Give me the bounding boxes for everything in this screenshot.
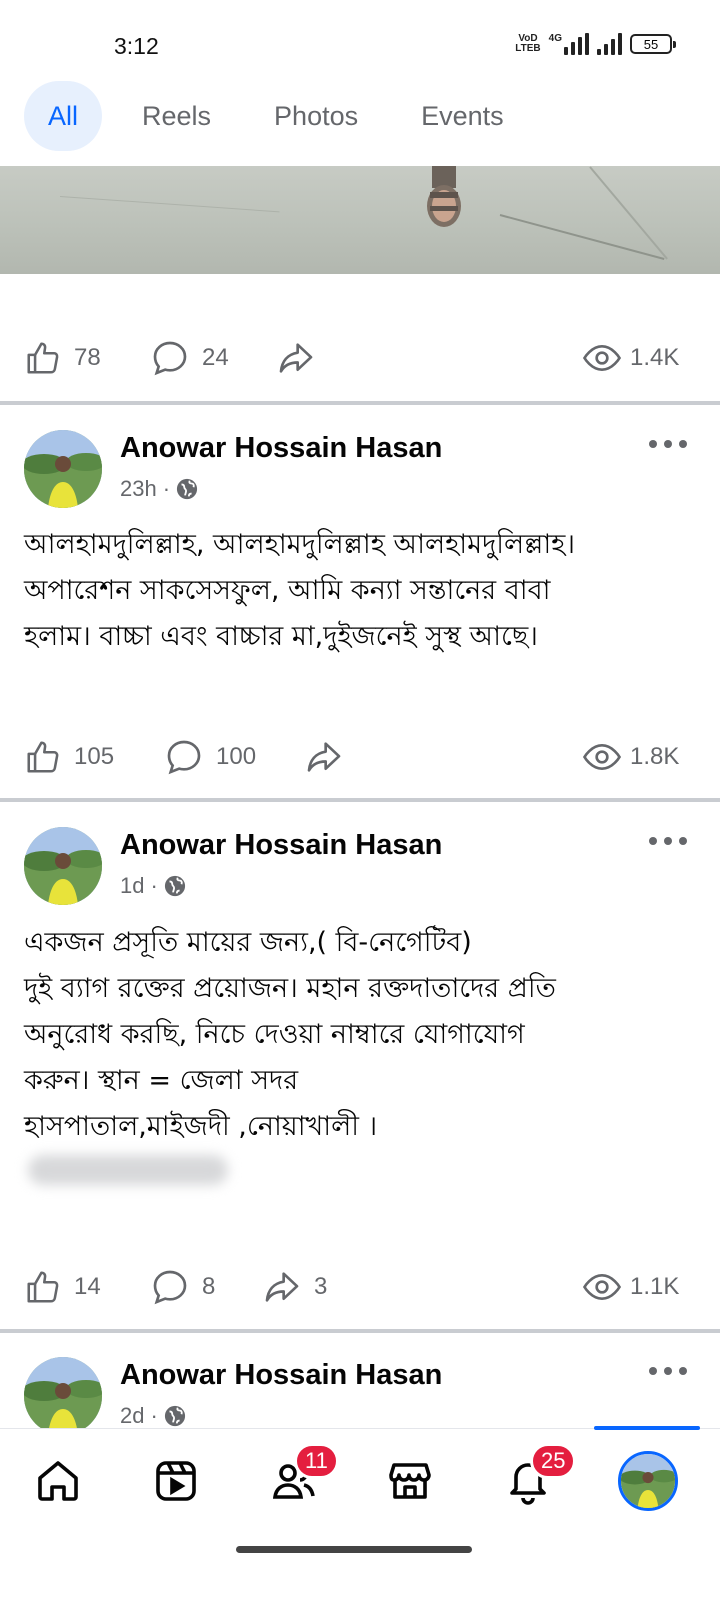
volte-icon: VoD LTEB (515, 33, 541, 54)
post-divider (0, 401, 720, 405)
post-header: Anowar Hossain Hasan 23h · (0, 430, 720, 520)
comment-button[interactable]: 8 (150, 1257, 215, 1317)
blurred-phone-number (28, 1155, 228, 1185)
more-icon[interactable] (648, 831, 688, 851)
status-time: 3:12 (114, 33, 159, 59)
share-button[interactable] (304, 727, 344, 787)
views-count: 1.4K (582, 328, 679, 388)
avatar[interactable] (24, 1357, 102, 1435)
post-text: আলহামদুলিল্লাহ, আলহামদুলিল্লাহ আলহামদুলি… (24, 529, 576, 652)
post-meta: 23h · (120, 476, 198, 502)
gesture-bar[interactable] (236, 1546, 472, 1553)
nav-profile[interactable] (594, 1426, 700, 1511)
active-tab-indicator (594, 1426, 700, 1430)
comment-icon (153, 1270, 187, 1305)
share-button[interactable] (276, 328, 316, 388)
battery-icon: 55 (630, 34, 676, 54)
tab-all[interactable]: All (24, 81, 103, 151)
more-icon[interactable] (648, 1361, 688, 1381)
nav-home[interactable] (28, 1451, 88, 1511)
network-type: 4G (548, 33, 562, 44)
nav-notifications[interactable]: 25 (498, 1443, 577, 1511)
nav-marketplace[interactable] (380, 1451, 440, 1511)
home-icon (38, 1461, 78, 1501)
author-name[interactable]: Anowar Hossain Hasan (120, 432, 442, 465)
tab-photos[interactable]: Photos (252, 81, 380, 151)
post-text: একজন প্রসূতি মায়ের জন্য,( বি-নেগেটিব) দ… (24, 927, 556, 1142)
post-time[interactable]: 1d (120, 873, 144, 899)
tab-events[interactable]: Events (399, 81, 526, 151)
status-bar: 3:12 VoD LTEB 4G 55 (0, 0, 720, 80)
tab-reels[interactable]: Reels (120, 81, 233, 151)
share-icon (265, 1272, 299, 1302)
post-actions: 78 24 1.4K (0, 328, 720, 388)
sandal-graphic (427, 166, 461, 227)
thumbs-up-icon (27, 741, 59, 773)
nav-friends[interactable]: 11 (264, 1443, 339, 1511)
nav-video[interactable] (146, 1451, 206, 1511)
signal-icon-2 (597, 33, 622, 55)
post-photo[interactable] (0, 166, 720, 274)
post-actions: 105 100 1.8K (0, 727, 720, 787)
eye-icon (582, 743, 622, 771)
notifications-badge: 25 (530, 1443, 577, 1479)
author-name[interactable]: Anowar Hossain Hasan (120, 829, 442, 862)
status-icons: VoD LTEB 4G 55 (515, 33, 676, 55)
friends-badge: 11 (294, 1443, 339, 1479)
post-divider (0, 798, 720, 802)
views-count: 1.8K (582, 727, 679, 787)
post-meta: 1d · (120, 873, 186, 899)
filter-tabs: All Reels Photos Events (24, 80, 545, 152)
eye-icon (582, 1273, 622, 1301)
post-meta: 2d · (120, 1403, 186, 1429)
author-name[interactable]: Anowar Hossain Hasan (120, 1359, 442, 1392)
post-time[interactable]: 2d (120, 1403, 144, 1429)
post-header: Anowar Hossain Hasan 1d · (0, 827, 720, 917)
share-icon (279, 343, 313, 373)
more-icon[interactable] (648, 434, 688, 454)
comment-icon (167, 740, 201, 775)
share-button[interactable]: 3 (262, 1257, 327, 1317)
like-button[interactable]: 14 (24, 1257, 101, 1317)
like-button[interactable]: 105 (24, 727, 114, 787)
globe-icon (164, 875, 185, 897)
avatar[interactable] (24, 827, 102, 905)
marketplace-icon (389, 1463, 431, 1499)
views-count: 1.1K (582, 1257, 679, 1317)
post-time[interactable]: 23h (120, 476, 157, 502)
share-icon (307, 742, 341, 772)
avatar[interactable] (24, 430, 102, 508)
video-icon (156, 1461, 196, 1501)
thumbs-up-icon (27, 1271, 59, 1303)
globe-icon (176, 478, 198, 500)
like-button[interactable]: 78 (24, 328, 101, 388)
signal-icon (564, 33, 589, 55)
eye-icon (582, 344, 622, 372)
profile-avatar (618, 1451, 678, 1511)
thumbs-up-icon (27, 342, 59, 374)
post-actions: 14 8 3 1.1K (0, 1257, 720, 1317)
comment-icon (153, 341, 187, 376)
globe-icon (164, 1405, 185, 1427)
post-divider (0, 1329, 720, 1333)
bottom-nav: 11 25 (0, 1426, 720, 1548)
comment-button[interactable]: 100 (164, 727, 256, 787)
comment-button[interactable]: 24 (150, 328, 229, 388)
